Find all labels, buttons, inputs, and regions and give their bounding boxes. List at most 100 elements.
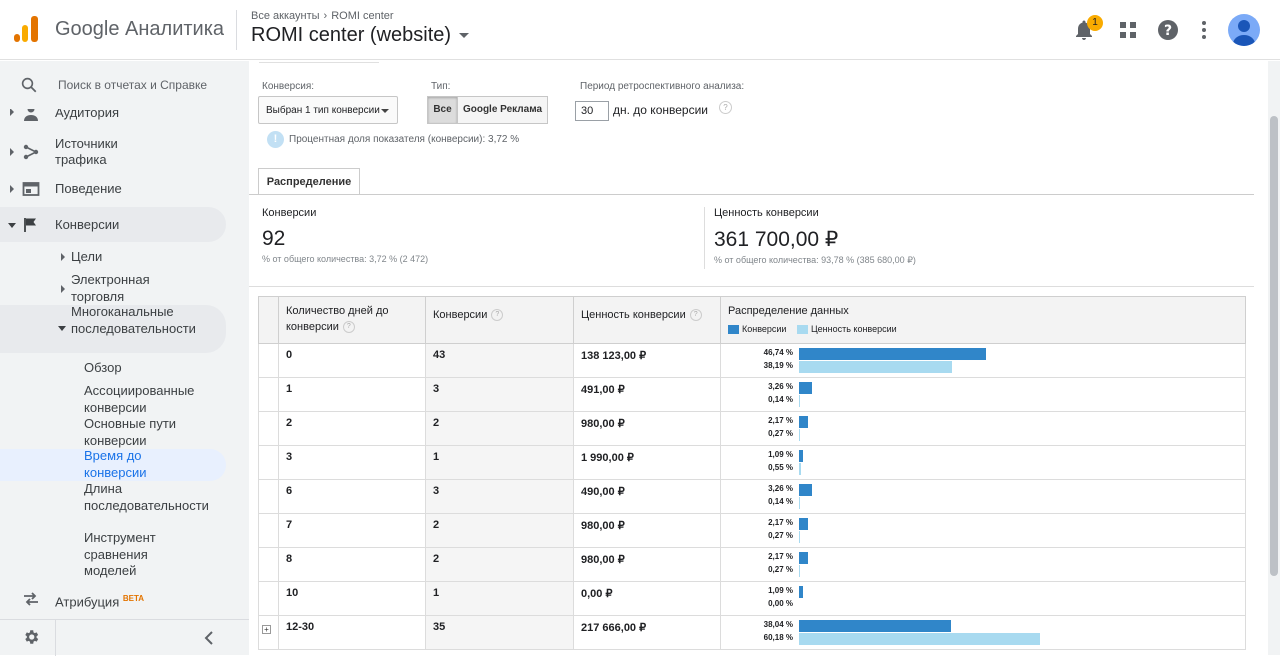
sidebar-item-top-paths[interactable]: Основные пути конверсии [84,416,194,449]
chevron-left-icon[interactable] [202,630,216,646]
cell-distribution: 1,09 % 0,00 % [720,581,1246,616]
table-row: 2 2 980,00 ₽2,17 % 0,27 % [258,411,1246,446]
attribution-icon [24,592,38,606]
more-vert-icon[interactable] [1192,18,1216,42]
sidebar-item-time-lag[interactable]: Время до конверсии [84,448,174,481]
breadcrumb: Все аккаунты › ROMI center [251,10,394,22]
table-row: 10 1 0,00 ₽ 1,09 % 0,00 % [258,581,1246,616]
bar-value [799,531,801,543]
row-control [258,547,279,582]
pct-value: 38,19 % [763,361,793,370]
bar-value [799,633,1040,645]
sidebar-item-ecommerce[interactable]: Электронная торговля [71,272,181,305]
row-control[interactable]: + [258,615,279,650]
help-icon[interactable]: ? [719,101,732,114]
avatar[interactable] [1228,14,1260,46]
cell-conversions: 3 [425,479,574,514]
sidebar-item-multichannel[interactable]: Многоканальные последовательности [71,304,196,337]
gear-icon[interactable] [22,628,40,646]
bar-conversions [799,348,986,360]
analytics-logo-icon[interactable] [14,16,38,42]
sidebar-item-assisted-conversions[interactable]: Ассоциированные конверсии [84,383,202,416]
lookback-input[interactable] [575,101,609,121]
pct-conversions: 46,74 % [763,348,793,357]
pct-conversions: 1,09 % [768,586,793,595]
lookback-label: Период ретроспективного анализа: [580,81,745,92]
help-icon[interactable]: ? [491,309,504,322]
sidebar-item-acquisition[interactable]: Источники трафика [0,136,240,170]
breadcrumb-all-accounts[interactable]: Все аккаунты [251,10,320,22]
bar-value [799,429,801,441]
tab-distribution[interactable]: Распределение [258,168,360,195]
pct-conversions: 2,17 % [768,416,793,425]
apps-grid-icon[interactable] [1116,18,1140,42]
legend-swatch-value [796,325,808,335]
table-row: 7 2 980,00 ₽ 2,17 % 0,27 % [258,513,1246,548]
sidebar-item-attribution[interactable]: Атрибуция BETA [0,591,240,610]
table-row: 6 3 490,00 ₽ 3,26 % 0,14 % [258,479,1246,514]
user-avatar-icon [1233,20,1255,46]
bar-value [799,565,801,577]
cell-conversions: 43 [425,343,574,378]
search-icon [21,77,37,93]
sidebar-item-overview[interactable]: Обзор [84,360,122,377]
pct-value: 0,14 % [768,497,793,506]
header-conversions[interactable]: Конверсии? [425,296,574,344]
help-icon[interactable]: ? [689,309,702,322]
bar-conversions [799,382,813,394]
scrollbar-thumb[interactable] [1270,116,1278,576]
conversion-dropdown[interactable]: Выбран 1 тип конверсии [258,96,398,124]
behavior-icon [22,182,40,196]
row-control [258,377,279,412]
header-days[interactable]: Количество дней до конверсии? [278,296,426,344]
sidebar-item-path-length[interactable]: Длина последовательности [84,481,209,514]
table-row: 311 990,00 ₽ 1,09 % 0,55 % [258,445,1246,480]
type-option-google-ads[interactable]: Google Реклама [457,96,548,124]
breadcrumb-account[interactable]: ROMI center [331,10,393,22]
type-option-all[interactable]: Все [427,96,458,124]
type-label: Тип: [431,81,451,92]
cell-days: 2 [278,411,426,446]
pct-value: 0,27 % [768,531,793,540]
attribution-label: Атрибуция [55,594,120,610]
cell-value: 491,00 ₽ [573,377,721,412]
chevron-right-icon [10,109,14,116]
pct-conversions: 38,04 % [763,620,793,629]
cell-distribution: 3,26 % 0,14 % [720,479,1246,514]
cell-conversions: 1 [425,581,574,616]
bar-conversions [799,484,813,496]
sidebar-item-audience[interactable]: Аудитория [0,109,240,123]
cell-days: 3 [278,445,426,480]
cell-days: 8 [278,547,426,582]
property-selector[interactable]: ROMI center (website) [251,24,470,47]
lookback-suffix: дн. до конверсии [613,103,708,117]
help-icon[interactable]: ? [342,321,355,334]
cell-conversions: 2 [425,411,574,446]
product-name[interactable]: Google Аналитика [55,18,224,41]
help-icon[interactable]: ? [1156,18,1180,42]
header-distribution: Распределение данных Конверсии Ценность … [720,296,1246,344]
cell-value: 490,00 ₽ [573,479,721,514]
pct-conversions: 3,26 % [768,484,793,493]
search-input[interactable] [58,76,208,94]
pct-value: 0,27 % [768,429,793,438]
pct-value: 0,55 % [768,463,793,472]
cell-distribution: 46,74 % 38,19 % [720,343,1246,378]
bar-value [799,497,800,509]
summary-value-title: Ценность конверсии [714,207,819,219]
header-value[interactable]: Ценность конверсии? [573,296,721,344]
table-row: 8 2 980,00 ₽ 2,17 % 0,27 % [258,547,1246,582]
sidebar-item-model-comparison[interactable]: Инструмент сравнения моделей [84,530,174,580]
property-name: ROMI center (website) [251,24,452,46]
sidebar-item-behavior[interactable]: Поведение [0,181,240,197]
sidebar-item-conversions[interactable]: Конверсии [0,217,240,233]
pct-conversions: 3,26 % [768,382,793,391]
bar-conversions [799,586,804,598]
pct-value: 0,00 % [768,599,793,608]
person-icon [24,109,38,121]
scrollbar[interactable] [1268,61,1280,655]
summary-value: Ценность конверсии 361 700,00 ₽ % от общ… [714,207,916,266]
sidebar-item-goals[interactable]: Цели [71,249,102,266]
table-header-row: Количество дней до конверсии? Конверсии?… [258,296,1246,344]
expand-icon[interactable]: + [262,625,271,634]
